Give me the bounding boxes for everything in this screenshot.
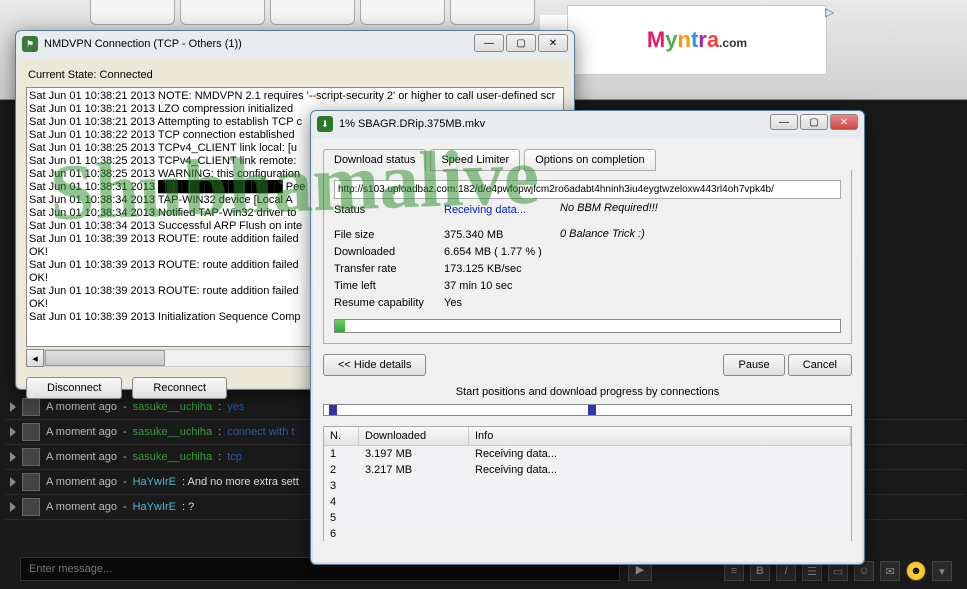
chat-time: A moment ago: [46, 501, 117, 513]
chat-user[interactable]: HaYwIrE: [133, 501, 176, 513]
minimize-button[interactable]: —: [474, 34, 504, 52]
chat-time: A moment ago: [46, 401, 117, 413]
avatar: [22, 423, 40, 441]
chat-time: A moment ago: [46, 426, 117, 438]
close-button[interactable]: ✕: [830, 114, 858, 130]
chevron-right-icon: [10, 502, 16, 512]
minimize-button[interactable]: —: [770, 114, 798, 130]
browser-tab[interactable]: [180, 0, 265, 25]
ad-banner[interactable]: Myntra.com: [567, 5, 827, 75]
table-row[interactable]: 4: [324, 494, 851, 510]
progress-fill: [335, 320, 345, 332]
chat-user[interactable]: sasuke__uchiha: [133, 426, 213, 438]
connections-label: Start positions and download progress by…: [323, 386, 852, 398]
reconnect-button[interactable]: Reconnect: [132, 377, 227, 399]
tab-download-status[interactable]: Download status: [323, 149, 426, 171]
avatar: [22, 448, 40, 466]
chevron-right-icon: [10, 402, 16, 412]
timeleft-value: 37 min 10 sec: [444, 280, 512, 292]
resume-label: Resume capability: [334, 297, 444, 309]
connections-table: N. Downloaded Info 13.197 MBReceiving da…: [323, 426, 852, 541]
vpn-titlebar[interactable]: ⚑ NMDVPN Connection (TCP - Others (1)) —…: [16, 31, 574, 57]
adchoices-icon[interactable]: ▷: [825, 5, 839, 19]
rate-value: 173.125 KB/sec: [444, 263, 522, 275]
disconnect-button[interactable]: Disconnect: [26, 377, 122, 399]
col-n[interactable]: N.: [324, 427, 359, 445]
vpn-state-label: Current State: Connected: [26, 67, 564, 83]
chat-user[interactable]: sasuke__uchiha: [133, 401, 213, 413]
timeleft-label: Time left: [334, 280, 444, 292]
col-info[interactable]: Info: [469, 427, 851, 445]
pause-button[interactable]: Pause: [723, 354, 784, 376]
progress-bar: [334, 319, 841, 333]
filesize-value: 375.340 MB: [444, 229, 503, 241]
myntra-logo: Myntra.com: [647, 27, 747, 53]
vpn-app-icon: ⚑: [22, 36, 38, 52]
download-url-field[interactable]: [334, 180, 841, 199]
close-button[interactable]: ✕: [538, 34, 568, 52]
chat-user[interactable]: sasuke__uchiha: [133, 451, 213, 463]
chat-msg: : And no more extra sett: [182, 476, 299, 488]
table-row[interactable]: 3: [324, 478, 851, 494]
connections-bar: [323, 404, 852, 416]
scroll-left-icon[interactable]: ◂: [26, 349, 44, 367]
chevron-right-icon: [10, 477, 16, 487]
filesize-label: File size: [334, 229, 444, 241]
table-row[interactable]: 6: [324, 526, 851, 542]
chevron-right-icon: [10, 452, 16, 462]
scroll-thumb[interactable]: [45, 350, 165, 366]
hide-details-button[interactable]: << Hide details: [323, 354, 426, 376]
tab-speed-limiter[interactable]: Speed Limiter: [430, 149, 520, 171]
browser-tab[interactable]: [270, 0, 355, 25]
status-value: Receiving data...: [444, 204, 526, 216]
avatar: [22, 498, 40, 516]
downloaded-value: 6.654 MB ( 1.77 % ): [444, 246, 542, 258]
avatar: [22, 398, 40, 416]
chat-msg: : ?: [182, 501, 194, 513]
mail-icon[interactable]: ✉: [880, 561, 900, 581]
rate-label: Transfer rate: [334, 263, 444, 275]
resume-value: Yes: [444, 297, 462, 309]
chat-time: A moment ago: [46, 451, 117, 463]
vpn-title: NMDVPN Connection (TCP - Others (1)): [44, 38, 242, 50]
table-row[interactable]: 13.197 MBReceiving data...: [324, 446, 851, 462]
chat-user[interactable]: HaYwIrE: [133, 476, 176, 488]
browser-tab[interactable]: [360, 0, 445, 25]
table-row[interactable]: 5: [324, 510, 851, 526]
maximize-button[interactable]: ▢: [800, 114, 828, 130]
idm-titlebar[interactable]: ⬇ 1% SBAGR.DRip.375MB.mkv — ▢ ✕: [311, 111, 864, 137]
idm-window: ⬇ 1% SBAGR.DRip.375MB.mkv — ▢ ✕ Download…: [310, 110, 865, 565]
chat-msg: connect with t: [227, 426, 294, 438]
avatar: [22, 473, 40, 491]
table-row[interactable]: 23.217 MBReceiving data...: [324, 462, 851, 478]
overflow-icon[interactable]: ▾: [932, 561, 952, 581]
chevron-right-icon: [10, 427, 16, 437]
browser-tab[interactable]: [450, 0, 535, 25]
chat-msg: tcp: [227, 451, 242, 463]
emoji-icon[interactable]: ☻: [906, 561, 926, 581]
cancel-button[interactable]: Cancel: [788, 354, 852, 376]
chat-msg: yes: [227, 401, 244, 413]
idm-app-icon: ⬇: [317, 116, 333, 132]
tab-options-completion[interactable]: Options on completion: [524, 149, 655, 171]
status-label: Status: [334, 204, 444, 216]
browser-tabs: [90, 0, 535, 25]
browser-tab[interactable]: [90, 0, 175, 25]
chat-time: A moment ago: [46, 476, 117, 488]
downloaded-label: Downloaded: [334, 246, 444, 258]
idm-title: 1% SBAGR.DRip.375MB.mkv: [339, 118, 485, 130]
col-downloaded[interactable]: Downloaded: [359, 427, 469, 445]
maximize-button[interactable]: ▢: [506, 34, 536, 52]
